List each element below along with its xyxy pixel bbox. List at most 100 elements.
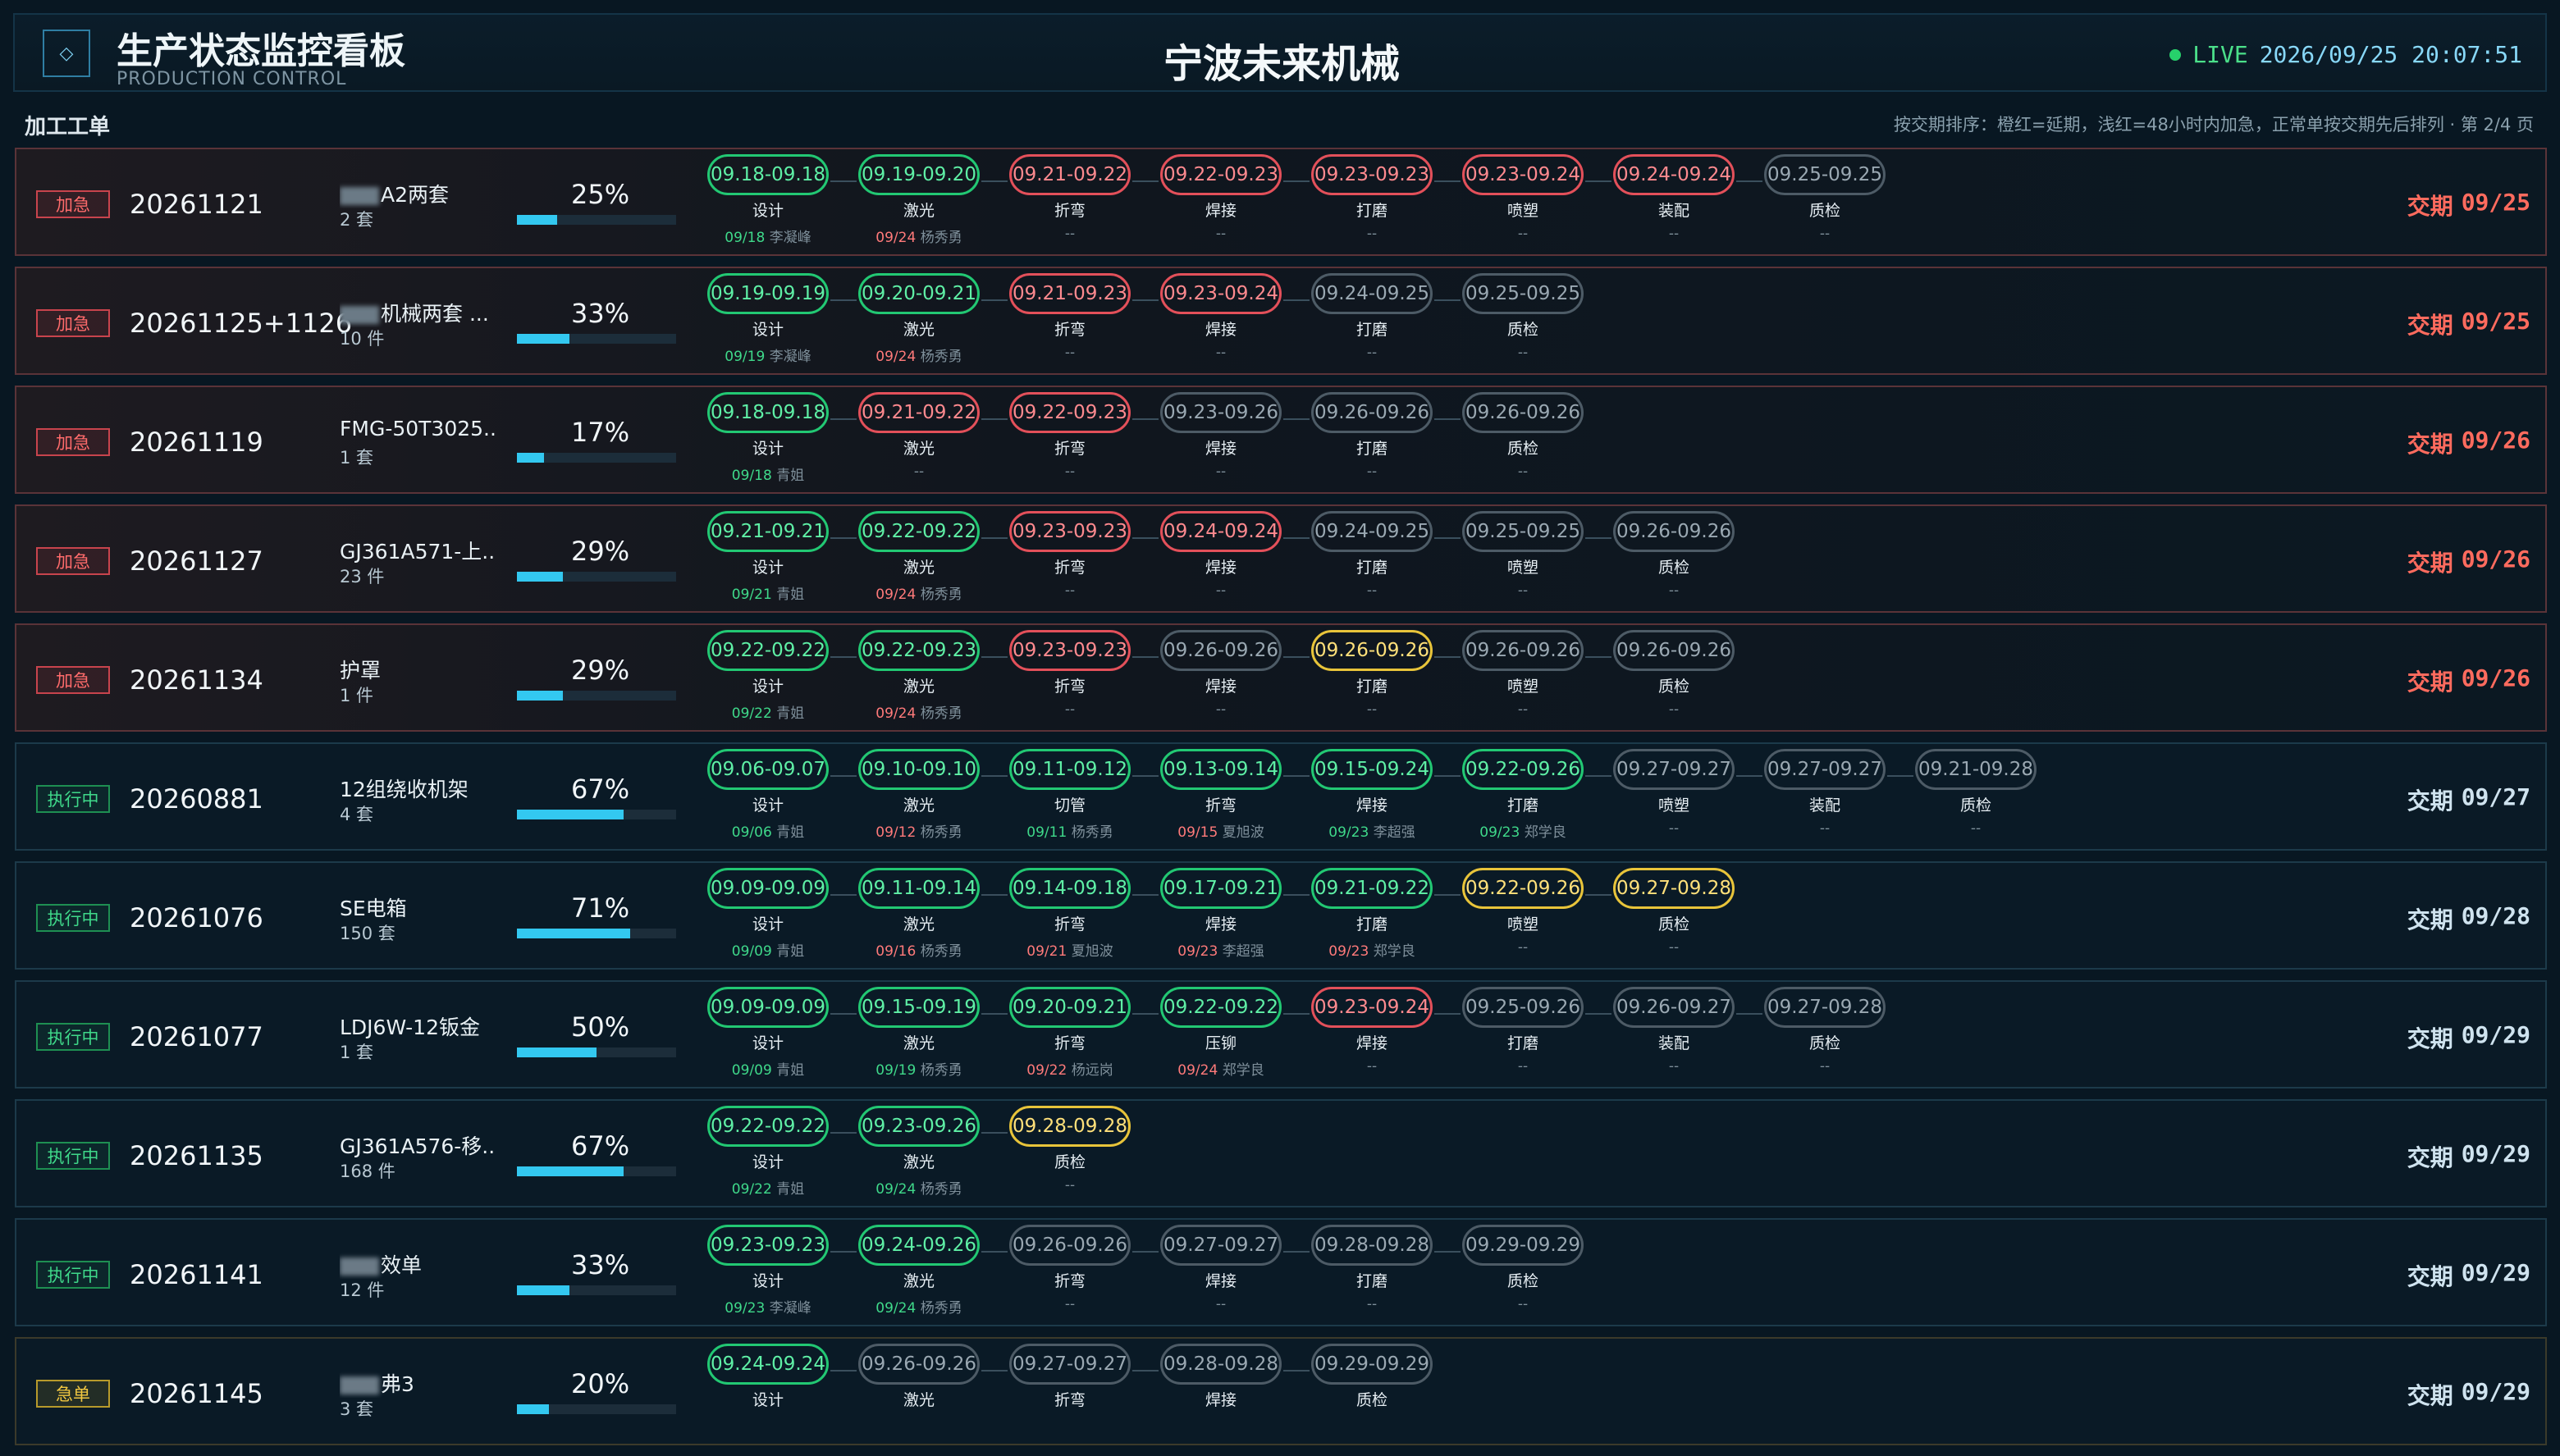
process-step[interactable]: 09.23-09.24 喷塑 -- [1461,154,1585,242]
process-step[interactable]: 09.21-09.23 折弯 -- [1008,273,1132,361]
status-badge: 加急 [36,428,110,456]
step-name: 折弯 [1054,202,1086,220]
process-step[interactable]: 09.22-09.26 打磨 09/23 郑学良 [1461,749,1585,841]
step-date: -- [1366,582,1378,599]
process-step[interactable]: 09.09-09.09 设计 09/09 青姐 [706,987,830,1079]
process-step[interactable]: 09.23-09.24 焊接 -- [1310,987,1434,1075]
progress-percent: 29% [571,536,630,567]
process-step[interactable]: 09.27-09.28 质检 -- [1762,987,1887,1075]
process-step[interactable]: 09.22-09.22 设计 09/22 青姐 [706,1106,830,1198]
step-info: 09/24 杨秀勇 [875,226,962,246]
process-step[interactable]: 09.24-09.26 激光 09/24 杨秀勇 [857,1225,981,1317]
process-step[interactable]: 09.23-09.26 激光 09/24 杨秀勇 [857,1106,981,1198]
order-row[interactable]: 加急 20261121 A2两套 2 套 25% 09.18-09.18 设计 09/1… [15,148,2547,256]
order-row[interactable]: 执行中 20261076 SE电箱 150 套 71% 09.09-09.09 设计 0… [15,861,2547,970]
process-step[interactable]: 09.22-09.22 设计 09/22 青姐 [706,630,830,722]
order-row[interactable]: 执行中 20261141 效单 12 件 33% 09.23-09.23 设计 09/2… [15,1218,2547,1326]
progress-bar-fill [517,215,557,225]
process-step[interactable]: 09.23-09.23 折弯 -- [1008,511,1132,599]
process-step[interactable]: 09.17-09.21 焊接 09/23 李超强 [1159,868,1283,960]
process-step[interactable]: 09.27-09.28 质检 -- [1611,868,1736,956]
process-step[interactable]: 09.29-09.29 质检 [1310,1344,1434,1415]
step-name: 激光 [903,559,935,577]
process-step[interactable]: 09.24-09.24 焊接 -- [1159,511,1283,599]
process-step[interactable]: 09.23-09.23 折弯 -- [1008,630,1132,718]
process-step[interactable]: 09.27-09.27 喷塑 -- [1611,749,1736,837]
process-step[interactable]: 09.26-09.27 装配 -- [1611,987,1736,1075]
step-info: 09/19 杨秀勇 [875,1058,962,1079]
order-row[interactable]: 执行中 20261077 LDJ6W-12钣金 1 套 50% 09.09-09.09 … [15,980,2547,1089]
process-step[interactable]: 09.26-09.26 折弯 -- [1008,1225,1132,1312]
step-info: -- [1065,345,1075,361]
process-step[interactable]: 09.26-09.26 打磨 -- [1310,392,1434,480]
order-row[interactable]: 急单 20261145 弗3 3 套 20% 09.24-09.24 设计 09.26-… [15,1337,2547,1445]
process-step[interactable]: 09.27-09.27 焊接 -- [1159,1225,1283,1312]
process-step[interactable]: 09.25-09.25 喷塑 -- [1461,511,1585,599]
process-step[interactable]: 09.28-09.28 焊接 [1159,1344,1283,1415]
order-row[interactable]: 加急 20261119 FMG-50T3025... 1 套 17% 09.18-09.… [15,386,2547,494]
process-step[interactable]: 09.26-09.26 激光 [857,1344,981,1415]
process-step[interactable]: 09.11-09.12 切管 09/11 杨秀勇 [1008,749,1132,841]
process-step[interactable]: 09.21-09.28 质检 -- [1913,749,2038,837]
process-step[interactable]: 09.18-09.18 设计 09/18 青姐 [706,392,830,484]
process-step[interactable]: 09.23-09.24 焊接 -- [1159,273,1283,361]
process-step[interactable]: 09.26-09.26 焊接 -- [1159,630,1283,718]
order-row[interactable]: 加急 20261125+1126 机械两套 ... 10 件 33% 09.19-09.… [15,267,2547,375]
process-step[interactable]: 09.20-09.21 激光 09/24 杨秀勇 [857,273,981,365]
process-step[interactable]: 09.23-09.26 焊接 -- [1159,392,1283,480]
process-step[interactable]: 09.15-09.19 激光 09/19 杨秀勇 [857,987,981,1079]
process-step[interactable]: 09.09-09.09 设计 09/09 青姐 [706,868,830,960]
step-date: -- [1517,1058,1529,1075]
process-step[interactable]: 09.24-09.24 设计 [706,1344,830,1415]
process-step[interactable]: 09.19-09.20 激光 09/24 杨秀勇 [857,154,981,246]
process-step[interactable]: 09.22-09.22 压铆 09/24 郑学良 [1159,987,1283,1079]
process-step[interactable]: 09.22-09.23 折弯 -- [1008,392,1132,480]
process-step[interactable]: 09.27-09.27 装配 -- [1762,749,1887,837]
process-step[interactable]: 09.28-09.28 质检 -- [1008,1106,1132,1194]
process-step[interactable]: 09.28-09.28 打磨 -- [1310,1225,1434,1312]
process-step[interactable]: 09.26-09.26 打磨 -- [1310,630,1434,718]
order-row[interactable]: 加急 20261134 护罩 1 件 29% 09.22-09.22 设计 09/22 … [15,623,2547,732]
process-step[interactable]: 09.26-09.26 喷塑 -- [1461,630,1585,718]
process-step[interactable]: 09.22-09.22 激光 09/24 杨秀勇 [857,511,981,603]
step-name: 设计 [752,321,784,339]
order-row[interactable]: 执行中 20261135 GJ361A576-移... 168 件 67% 09.22-… [15,1099,2547,1207]
step-connector [830,1013,857,1015]
process-step[interactable]: 09.20-09.21 折弯 09/22 杨远岗 [1008,987,1132,1079]
process-step[interactable]: 09.14-09.18 折弯 09/21 夏旭波 [1008,868,1132,960]
progress-bar-fill [517,929,630,938]
process-step[interactable]: 09.24-09.25 打磨 -- [1310,273,1434,361]
process-step[interactable]: 09.25-09.26 打磨 -- [1461,987,1585,1075]
process-step[interactable]: 09.25-09.25 质检 -- [1461,273,1585,361]
step-connector [1283,775,1310,777]
process-step[interactable]: 09.23-09.23 设计 09/23 李凝峰 [706,1225,830,1317]
process-step[interactable]: 09.26-09.26 质检 -- [1461,392,1585,480]
step-name: 质检 [1657,915,1689,933]
process-step[interactable]: 09.15-09.24 焊接 09/23 李超强 [1310,749,1434,841]
process-step[interactable]: 09.26-09.26 质检 -- [1611,511,1736,599]
process-step[interactable]: 09.21-09.22 折弯 -- [1008,154,1132,242]
process-step[interactable]: 09.11-09.14 激光 09/16 杨秀勇 [857,868,981,960]
order-row[interactable]: 执行中 20260881 12组绕收机架 4 套 67% 09.06-09.07 设计 … [15,742,2547,851]
process-step[interactable]: 09.29-09.29 质检 -- [1461,1225,1585,1312]
process-step[interactable]: 09.13-09.14 折弯 09/15 夏旭波 [1159,749,1283,841]
process-step[interactable]: 09.25-09.25 质检 -- [1762,154,1887,242]
process-step[interactable]: 09.27-09.27 折弯 [1008,1344,1132,1415]
process-step[interactable]: 09.24-09.24 装配 -- [1611,154,1736,242]
process-step[interactable]: 09.23-09.23 打磨 -- [1310,154,1434,242]
process-step[interactable]: 09.22-09.23 激光 09/24 杨秀勇 [857,630,981,722]
step-info: -- [1971,820,1981,837]
process-step[interactable]: 09.26-09.26 质检 -- [1611,630,1736,718]
order-row[interactable]: 加急 20261127 GJ361A571-上... 23 件 29% 09.21-09… [15,504,2547,613]
process-step[interactable]: 09.21-09.22 激光 -- [857,392,981,480]
step-name: 焊接 [1205,559,1237,577]
process-step[interactable]: 09.19-09.19 设计 09/19 李凝峰 [706,273,830,365]
process-step[interactable]: 09.22-09.23 焊接 -- [1159,154,1283,242]
process-step[interactable]: 09.10-09.10 激光 09/12 杨秀勇 [857,749,981,841]
process-step[interactable]: 09.21-09.21 设计 09/21 青姐 [706,511,830,603]
process-step[interactable]: 09.22-09.26 喷塑 -- [1461,868,1585,956]
process-step[interactable]: 09.18-09.18 设计 09/18 李凝峰 [706,154,830,246]
process-step[interactable]: 09.24-09.25 打磨 -- [1310,511,1434,599]
process-step[interactable]: 09.06-09.07 设计 09/06 青姐 [706,749,830,841]
process-step[interactable]: 09.21-09.22 打磨 09/23 郑学良 [1310,868,1434,960]
